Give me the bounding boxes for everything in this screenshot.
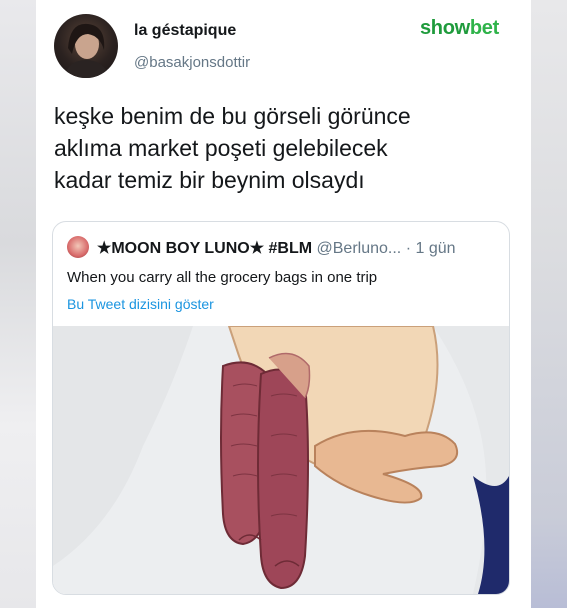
quoted-tweet[interactable]: ★MOON BOY LUNO★ #BLM @Berluno... · 1 gün…: [52, 221, 510, 595]
background-right: [527, 0, 567, 608]
background-left: [0, 0, 40, 608]
tweet-card: la géstapique @basakjonsdottir showbet k…: [36, 0, 531, 608]
brand-part-1: show: [419, 17, 470, 39]
quoted-tweet-image[interactable]: [53, 326, 509, 594]
tweet-body: keşke benim de bu görseli görünce aklıma…: [54, 100, 514, 196]
quoted-tweet-time[interactable]: 1 gün: [415, 240, 455, 257]
quoted-author-name[interactable]: ★MOON BOY LUNO★ #BLM: [97, 240, 312, 257]
tweet-line: aklıma market poşeti gelebilecek: [54, 135, 388, 161]
author-avatar[interactable]: [54, 14, 118, 78]
quoted-author-avatar[interactable]: [67, 236, 89, 258]
tweet-line: keşke benim de bu görseli görünce: [54, 103, 411, 129]
quoted-tweet-header: ★MOON BOY LUNO★ #BLM @Berluno... · 1 gün: [97, 238, 456, 258]
show-thread-link[interactable]: Bu Tweet dizisini göster: [67, 296, 214, 312]
author-display-name[interactable]: la géstapique: [134, 22, 236, 40]
brand-part-2: bet: [469, 17, 499, 39]
author-handle[interactable]: @basakjonsdottir: [134, 54, 250, 71]
separator-dot: ·: [405, 240, 412, 257]
quoted-tweet-text: When you carry all the grocery bags in o…: [67, 269, 378, 286]
showbet-logo: showbet: [420, 17, 499, 40]
tweet-line: kadar temiz bir beynim olsaydı: [54, 167, 365, 193]
quoted-author-handle[interactable]: @Berluno...: [317, 240, 402, 257]
